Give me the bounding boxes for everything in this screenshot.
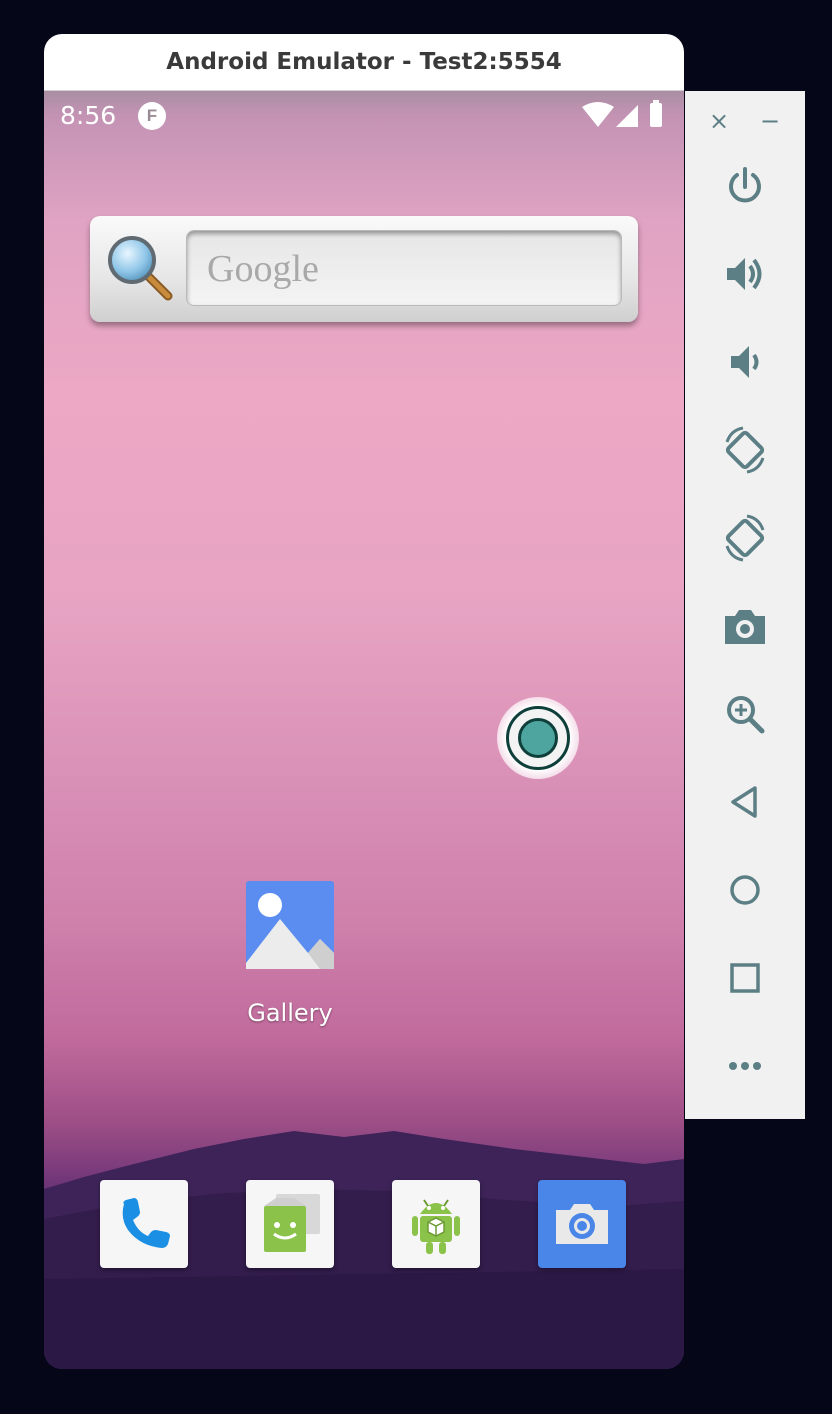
volume-down-icon: [731, 346, 759, 378]
dock-android-app[interactable]: [392, 1180, 480, 1268]
google-search-widget[interactable]: Google: [90, 216, 638, 322]
signal-icon: [616, 105, 638, 127]
dock-phone[interactable]: [100, 1180, 188, 1268]
screenshot-button[interactable]: [719, 600, 771, 652]
device-screen[interactable]: 8:56 F Google Gallery: [44, 91, 684, 1369]
minimize-button[interactable]: −: [755, 106, 785, 136]
phone-icon: [122, 1198, 170, 1248]
rotate-right-button[interactable]: [719, 512, 771, 564]
home-button[interactable]: [719, 864, 771, 916]
back-button[interactable]: [719, 776, 771, 828]
gallery-icon: [246, 881, 334, 969]
volume-up-button[interactable]: [719, 248, 771, 300]
emulator-toolbar: × −: [685, 91, 805, 1119]
close-button[interactable]: ×: [704, 106, 734, 136]
rotate-left-icon: [725, 426, 765, 474]
search-placeholder: Google: [207, 248, 319, 290]
touch-pointer-indicator: [497, 697, 579, 779]
home-circle-icon: [730, 875, 760, 905]
messaging-icon: [264, 1194, 320, 1252]
rotate-left-button[interactable]: [719, 424, 771, 476]
notification-icon: F: [138, 102, 166, 130]
touch-ring: [506, 706, 570, 770]
dock-camera[interactable]: [538, 1180, 626, 1268]
magnifier-icon: [108, 236, 173, 301]
overview-square-icon: [730, 963, 760, 993]
app-label-gallery: Gallery: [247, 999, 333, 1027]
camera-icon: [725, 610, 765, 644]
overview-button[interactable]: [719, 952, 771, 1004]
back-triangle-icon: [731, 786, 757, 818]
more-dots-icon: [729, 1062, 761, 1070]
rotate-right-icon: [725, 514, 765, 562]
wifi-icon: [582, 102, 614, 127]
more-button[interactable]: [719, 1040, 771, 1092]
power-button[interactable]: [719, 161, 771, 213]
power-icon: [729, 167, 761, 203]
status-icons: [582, 100, 662, 127]
battery-icon: [650, 103, 662, 127]
status-clock: 8:56: [60, 101, 117, 130]
window-title: Android Emulator - Test2:5554: [44, 34, 684, 91]
status-bar: 8:56 F: [44, 91, 684, 141]
zoom-in-icon: [727, 696, 765, 734]
android-icon: [412, 1199, 460, 1254]
dock-messaging[interactable]: [246, 1180, 334, 1268]
search-input[interactable]: Google: [186, 230, 622, 306]
app-gallery[interactable]: Gallery: [240, 881, 350, 1041]
volume-up-icon: [727, 258, 762, 290]
zoom-button[interactable]: [719, 688, 771, 740]
emulator-window: Android Emulator - Test2:5554 8:56 F Goo…: [44, 34, 684, 1369]
touch-dot: [518, 718, 558, 758]
volume-down-button[interactable]: [719, 336, 771, 388]
camera-icon: [556, 1204, 608, 1244]
